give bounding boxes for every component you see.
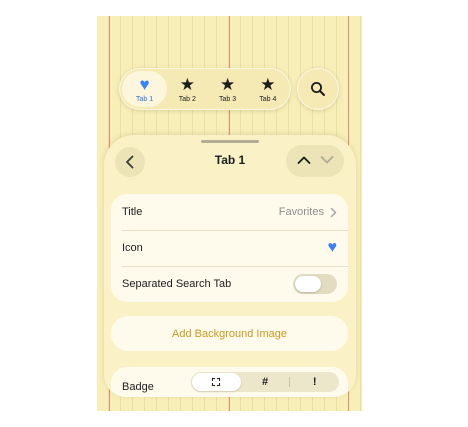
chevron-up-icon bbox=[297, 156, 310, 164]
title-label: Title bbox=[122, 206, 143, 218]
star-icon: ★ bbox=[219, 74, 236, 94]
badge-row: Badge # ! bbox=[111, 367, 348, 397]
heart-icon: ♥ bbox=[139, 74, 150, 94]
tab-1[interactable]: ♥ Tab 1 bbox=[122, 71, 168, 107]
tab-label: Tab 4 bbox=[259, 95, 277, 103]
bottom-sheet: Tab 1 Title Favorites Icon ♥ Separated S… bbox=[104, 135, 356, 397]
tab-label: Tab 1 bbox=[136, 95, 154, 103]
add-background-image-button[interactable]: Add Background Image bbox=[111, 316, 348, 351]
separated-search-tab-row: Separated Search Tab bbox=[111, 266, 348, 302]
icon-label: Icon bbox=[122, 242, 143, 254]
tab-3[interactable]: ★ Tab 3 bbox=[207, 71, 247, 107]
separated-search-tab-label: Separated Search Tab bbox=[122, 278, 232, 290]
badge-label: Badge bbox=[122, 381, 154, 393]
toggle-knob bbox=[295, 276, 321, 292]
chevron-right-icon bbox=[330, 207, 337, 217]
dashed-square-icon bbox=[212, 378, 221, 386]
tab-label: Tab 2 bbox=[178, 95, 196, 103]
title-value: Favorites bbox=[278, 206, 324, 218]
tab-2[interactable]: ★ Tab 2 bbox=[167, 71, 207, 107]
badge-option-number[interactable]: # bbox=[241, 373, 290, 391]
tab-label: Tab 3 bbox=[219, 95, 237, 103]
star-icon: ★ bbox=[260, 74, 276, 94]
previous-button[interactable] bbox=[297, 152, 311, 170]
sheet-grabber[interactable] bbox=[201, 140, 259, 143]
tab-bar: ♥ Tab 1 ★ Tab 2 ★ Tab 3 ★ Tab 4 bbox=[119, 68, 291, 110]
badge-option-none[interactable] bbox=[192, 373, 241, 391]
next-button[interactable] bbox=[320, 152, 334, 170]
settings-group: Title Favorites Icon ♥ Separated Search … bbox=[111, 194, 348, 302]
search-button[interactable] bbox=[297, 68, 339, 110]
chevron-down-icon bbox=[320, 156, 333, 164]
search-icon bbox=[311, 82, 325, 96]
title-row[interactable]: Title Favorites bbox=[111, 194, 348, 230]
badge-option-alert[interactable]: ! bbox=[290, 373, 339, 391]
separated-search-tab-toggle[interactable] bbox=[293, 274, 337, 294]
heart-icon: ♥ bbox=[327, 239, 338, 256]
tab-4[interactable]: ★ Tab 4 bbox=[248, 71, 288, 107]
up-down-control bbox=[286, 145, 344, 177]
icon-row[interactable]: Icon ♥ bbox=[111, 230, 348, 266]
star-icon: ★ bbox=[179, 74, 195, 94]
badge-segmented-control: # ! bbox=[191, 372, 339, 392]
